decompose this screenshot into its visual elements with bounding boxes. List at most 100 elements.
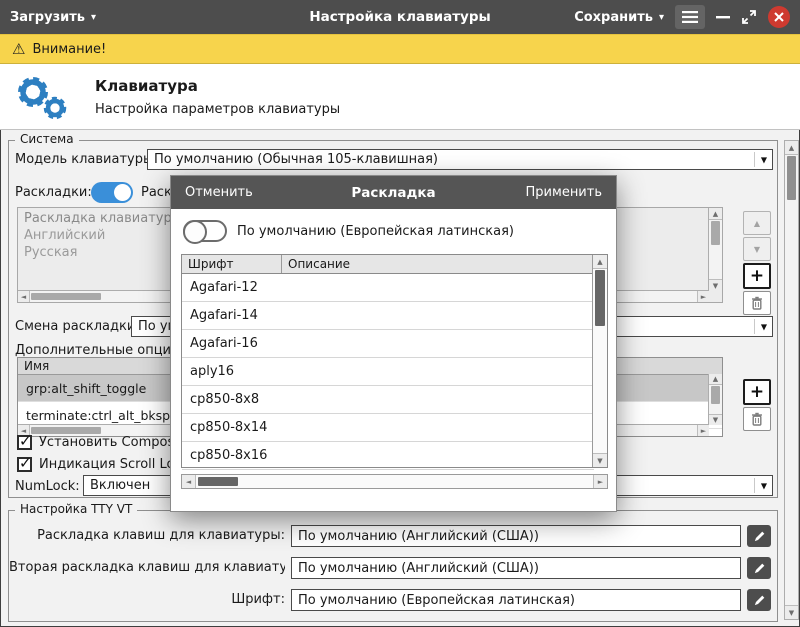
font-table-hscrollbar[interactable]: ◄ ► <box>181 474 608 489</box>
titlebar: Загрузить Настройка клавиатуры Сохранить <box>0 0 800 34</box>
scroll-right-arrow[interactable]: ► <box>593 475 607 488</box>
table-row[interactable]: Agafari-16 <box>182 330 594 358</box>
keyboard-settings-window: Загрузить Настройка клавиатуры Сохранить <box>0 0 800 627</box>
scroll-down-arrow[interactable]: ▼ <box>709 414 722 425</box>
trash-icon <box>751 412 763 426</box>
load-menu-button[interactable]: Загрузить <box>10 0 96 34</box>
scroll-left-arrow[interactable]: ◄ <box>182 475 196 488</box>
pencil-icon <box>753 594 766 607</box>
scroll-up-arrow[interactable]: ▲ <box>785 141 798 155</box>
tty-keymap2-field[interactable]: По умолчанию (Английский (США)) <box>291 557 741 579</box>
scroll-thumb[interactable] <box>711 221 720 245</box>
table-row[interactable]: Agafari-12 <box>182 274 594 302</box>
scrolllock-checkbox-label: Индикация Scroll Lock <box>39 457 181 472</box>
layouts-toggle[interactable] <box>91 182 133 203</box>
toggle-knob <box>114 184 131 201</box>
load-menu-label: Загрузить <box>10 10 85 25</box>
font-table: Шрифт Описание Agafari-12 Agafari-14 Aga… <box>181 254 608 468</box>
scroll-left-arrow[interactable]: ◄ <box>18 291 30 302</box>
tty-keymap2-value: По умолчанию (Английский (США)) <box>298 561 539 576</box>
tty-keymap2-label: Вторая раскладка клавиш для клавиатуры: <box>9 560 285 575</box>
close-icon <box>774 12 784 22</box>
default-font-toggle[interactable] <box>183 220 227 242</box>
delete-option-button[interactable] <box>743 407 771 431</box>
gears-icon <box>12 72 70 122</box>
options-vscrollbar[interactable]: ▲ ▼ <box>708 374 722 425</box>
numlock-value: Включен <box>90 478 150 493</box>
titlebar-actions: Сохранить <box>574 0 790 34</box>
layouts-label: Раскладки: <box>15 185 92 200</box>
table-row[interactable]: cp850-8x8 <box>182 386 594 414</box>
warning-icon <box>12 40 25 58</box>
main-vscrollbar[interactable]: ▲ ▼ <box>784 140 799 620</box>
default-font-toggle-label: По умолчанию (Европейская латинская) <box>237 224 514 239</box>
move-down-button[interactable]: ▼ <box>743 237 771 261</box>
table-row[interactable]: Agafari-14 <box>182 302 594 330</box>
system-legend: Система <box>15 132 79 146</box>
font-table-vscrollbar[interactable]: ▲ ▼ <box>592 255 607 467</box>
tty-keymap-value: По умолчанию (Английский (США)) <box>298 529 539 544</box>
tty-keymap-label: Раскладка клавиш для клавиатуры: <box>9 528 285 543</box>
scroll-right-arrow[interactable]: ► <box>697 291 709 302</box>
tty-fieldset: Настройка TTY VT Раскладка клавиш для кл… <box>8 510 778 622</box>
main-menu-button[interactable] <box>675 5 705 29</box>
scroll-up-arrow[interactable]: ▲ <box>709 374 722 385</box>
scroll-thumb[interactable] <box>31 427 101 434</box>
edit-keymap2-button[interactable] <box>747 557 771 579</box>
dialog-apply-button[interactable]: Применить <box>526 185 602 200</box>
save-menu-button[interactable]: Сохранить <box>574 0 664 34</box>
delete-layout-button[interactable] <box>743 291 771 315</box>
scroll-down-arrow[interactable]: ▼ <box>709 279 722 291</box>
toggle-knob <box>183 220 207 244</box>
keyboard-model-label: Модель клавиатуры: <box>15 152 158 167</box>
page-subtitle: Настройка параметров клавиатуры <box>95 102 340 117</box>
table-row[interactable]: cp850-8x14 <box>182 414 594 442</box>
tty-font-label: Шрифт: <box>9 592 285 607</box>
tty-font-field[interactable]: По умолчанию (Европейская латинская) <box>291 589 741 611</box>
add-layout-button[interactable]: + <box>743 263 771 289</box>
tty-legend: Настройка TTY VT <box>15 502 137 516</box>
edit-font-button[interactable] <box>747 589 771 611</box>
keyboard-model-combobox[interactable]: По умолчанию (Обычная 105-клавишная) <box>147 149 773 170</box>
scroll-up-arrow[interactable]: ▲ <box>709 208 722 220</box>
close-button[interactable] <box>768 6 790 28</box>
table-row[interactable]: aply16 <box>182 358 594 386</box>
table-row[interactable]: cp850-8x16 <box>182 442 594 470</box>
layouts-list-vscrollbar[interactable]: ▲ ▼ <box>708 208 722 291</box>
scroll-down-arrow[interactable]: ▼ <box>593 453 607 467</box>
dialog-cancel-button[interactable]: Отменить <box>185 185 253 200</box>
hamburger-icon <box>682 11 698 23</box>
column-header-font[interactable]: Шрифт <box>182 255 282 273</box>
extra-options-label: Дополнительные опции: <box>15 343 184 358</box>
scroll-down-arrow[interactable]: ▼ <box>785 605 798 619</box>
pencil-icon <box>753 562 766 575</box>
save-menu-label: Сохранить <box>574 10 653 25</box>
scroll-thumb[interactable] <box>787 156 796 200</box>
tty-keymap-field[interactable]: По умолчанию (Английский (США)) <box>291 525 741 547</box>
scroll-thumb[interactable] <box>595 270 605 326</box>
scroll-thumb[interactable] <box>198 477 238 486</box>
column-header-description[interactable]: Описание <box>282 255 607 273</box>
move-up-button[interactable]: ▲ <box>743 211 771 235</box>
keyboard-model-value: По умолчанию (Обычная 105-клавишная) <box>154 152 438 167</box>
pencil-icon <box>753 530 766 543</box>
scroll-up-arrow[interactable]: ▲ <box>593 255 607 269</box>
edit-keymap-button[interactable] <box>747 525 771 547</box>
trash-icon <box>751 296 763 310</box>
add-option-button[interactable]: + <box>743 379 771 405</box>
numlock-label: NumLock: <box>15 479 80 494</box>
scroll-thumb[interactable] <box>711 386 720 404</box>
minimize-button[interactable] <box>716 15 730 19</box>
layout-dialog: Отменить Раскладка Применить По умолчани… <box>170 175 617 512</box>
scroll-thumb[interactable] <box>31 293 101 300</box>
maximize-button[interactable] <box>741 9 757 25</box>
page-header: Клавиатура Настройка параметров клавиату… <box>0 64 800 130</box>
compose-checkbox-label: Установить Compose <box>39 435 181 450</box>
dialog-header: Отменить Раскладка Применить <box>171 176 616 209</box>
page-title: Клавиатура <box>95 77 198 95</box>
tty-font-value: По умолчанию (Европейская латинская) <box>298 593 575 608</box>
scroll-right-arrow[interactable]: ► <box>697 425 709 436</box>
scrolllock-checkbox[interactable] <box>17 457 32 472</box>
compose-checkbox[interactable] <box>17 435 32 450</box>
warning-banner: Внимание! <box>0 34 800 64</box>
